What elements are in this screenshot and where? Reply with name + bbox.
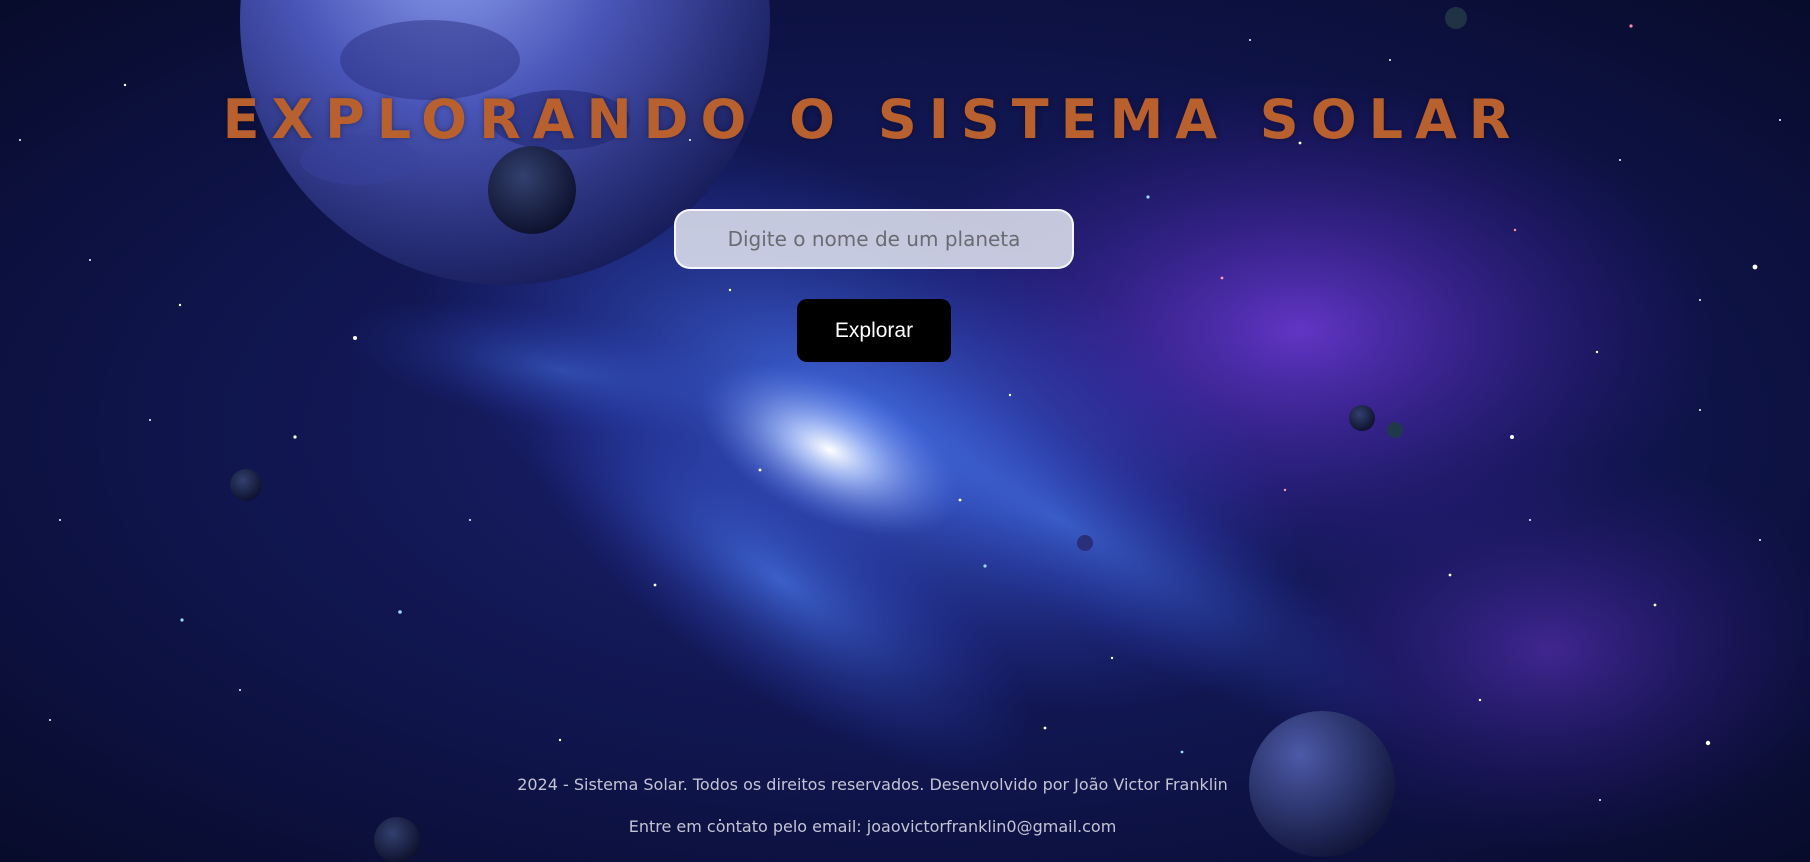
page-title: EXPLORANDO O SISTEMA SOLAR (222, 88, 1523, 151)
footer-copyright: 2024 - Sistema Solar. Todos os direitos … (517, 775, 1228, 794)
footer-contact: Entre em contato pelo email: joaovictorf… (628, 817, 1117, 836)
explore-button[interactable]: Explorar (797, 299, 951, 362)
page-content: EXPLORANDO O SISTEMA SOLAR Explorar 2024… (0, 0, 1810, 862)
planet-search-input[interactable] (674, 209, 1074, 269)
